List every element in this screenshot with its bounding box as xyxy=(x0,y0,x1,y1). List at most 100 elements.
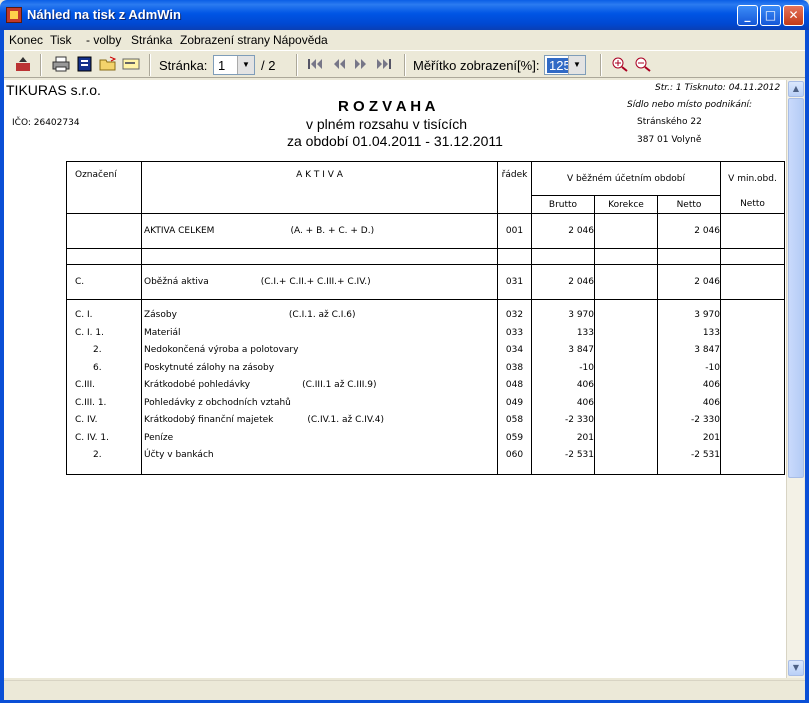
window-frame-right xyxy=(805,30,809,703)
list-item: 133 xyxy=(702,327,720,338)
row-name: Zásoby xyxy=(144,310,177,320)
page-print-info: Str.: 1 Tisknuto: 04.11.2012 xyxy=(655,83,781,93)
toolbar-separator xyxy=(296,54,298,76)
list-item: Krátkodobý finanční majetek (C.IV.1. až C… xyxy=(144,412,497,430)
list-item: 6. xyxy=(93,362,102,373)
menu-stranka[interactable]: Stránka xyxy=(131,33,172,47)
window-title: Náhled na tisk z AdmWin xyxy=(27,7,181,22)
report-subtitle: v plném rozsahu v tisících xyxy=(306,116,468,132)
header-aktiva: A K T I V A xyxy=(141,161,498,214)
list-item: C. I. 1. xyxy=(75,327,104,338)
list-item: Pohledávky z obchodních vztahů xyxy=(144,397,291,408)
list-item: 406 xyxy=(702,380,720,390)
list-item: -2 531 xyxy=(690,450,720,460)
list-item: 059 xyxy=(505,432,524,443)
menu-zobrazeni-strany[interactable]: Zobrazení strany xyxy=(180,33,270,47)
detail-codes: C. I. C. I. 1. 2. 6. C.III. C.III. 1. C.… xyxy=(66,299,142,475)
list-item: -2 330 xyxy=(690,415,720,425)
seat-label: Sídlo nebo místo podnikání: xyxy=(627,100,753,110)
list-item: 034 xyxy=(505,345,524,355)
list-item: 049 xyxy=(505,397,524,408)
toolbar-separator xyxy=(149,54,151,76)
page-select-value: 1 xyxy=(218,58,226,73)
menu-tisk[interactable]: Tisk xyxy=(50,33,72,47)
list-item: C.III. xyxy=(75,380,95,390)
c-name-cell: Oběžná aktiva (C.I.+ C.II.+ C.III.+ C.IV.… xyxy=(141,264,498,300)
menu-napoveda[interactable]: Nápověda xyxy=(273,33,328,47)
row-formula: (C.I.1. až C.I.6) xyxy=(288,310,356,320)
table-row-total: AKTIVA CELKEM (A. + B. + C. + D.) 001 2 0… xyxy=(66,213,785,249)
detail-prev xyxy=(720,299,785,475)
exit-icon[interactable] xyxy=(14,56,32,72)
row-formula: (C.IV.1. až C.IV.4) xyxy=(307,415,384,425)
report-period: za období 01.04.2011 - 31.12.2011 xyxy=(287,133,503,149)
total-formula: (A. + B. + C. + D.) xyxy=(290,226,375,236)
list-item: Účty v bankách xyxy=(144,450,214,460)
toolbar-separator xyxy=(404,54,406,76)
list-item: 3 847 xyxy=(694,345,720,355)
title-bar: Náhled na tisk z AdmWin _ □ ✕ xyxy=(0,0,809,30)
export-icon[interactable] xyxy=(122,56,140,72)
total-korekce xyxy=(594,213,658,249)
app-icon xyxy=(6,7,22,23)
header-korekce: Korekce xyxy=(594,195,658,214)
list-item: 2. xyxy=(93,345,102,355)
c-korekce xyxy=(594,264,658,300)
detail-rows: 032 033 034 038 048 049 058 059 060 xyxy=(497,299,532,475)
list-item: 406 xyxy=(576,397,594,408)
print-icon[interactable] xyxy=(52,56,70,72)
page-select[interactable]: 1 ▼ xyxy=(213,55,255,75)
list-item: 406 xyxy=(576,380,594,390)
table-row-c: C. Oběžná aktiva (C.I.+ C.II.+ C.III.+ C.… xyxy=(66,264,785,300)
list-item: 133 xyxy=(576,327,594,338)
c-code: C. xyxy=(66,264,142,300)
chevron-down-icon[interactable]: ▼ xyxy=(237,56,254,74)
list-item: 3 970 xyxy=(694,310,720,320)
list-item: 060 xyxy=(505,450,524,460)
detail-korekce xyxy=(594,299,658,475)
scroll-down-icon[interactable]: ▼ xyxy=(788,660,804,676)
list-item: C. I. xyxy=(75,310,93,320)
total-row: 001 xyxy=(497,213,532,249)
header-netto: Netto xyxy=(657,195,721,214)
list-item: Krátkodobé pohledávky (C.III.1 až C.III.9… xyxy=(144,377,497,395)
header-oznaceni: Označení xyxy=(66,161,142,214)
total-code xyxy=(66,213,142,249)
header-brutto: Brutto xyxy=(531,195,595,214)
zoom-in-icon[interactable] xyxy=(611,56,629,72)
vertical-scrollbar[interactable]: ▲ ▼ xyxy=(786,80,804,678)
list-item: 038 xyxy=(505,362,524,373)
scroll-thumb[interactable] xyxy=(788,98,804,478)
print-preview-page: TIKURAS s.r.o. IČO: 26402734 R O Z V A H… xyxy=(4,80,786,678)
list-item: 048 xyxy=(505,380,524,390)
header-current-period: V běžném účetním období xyxy=(531,161,721,196)
next-page-icon[interactable] xyxy=(352,56,370,72)
c-brutto: 2 046 xyxy=(531,264,595,300)
report-title: R O Z V A H A xyxy=(338,98,436,115)
first-page-icon[interactable] xyxy=(306,56,324,72)
scroll-up-icon[interactable]: ▲ xyxy=(788,81,804,97)
balance-table: Označení A K T I V A řádek V běžném účet… xyxy=(66,161,785,475)
zoom-out-icon[interactable] xyxy=(634,56,652,72)
open-icon[interactable] xyxy=(99,56,117,72)
zoom-select[interactable]: 125 ▼ xyxy=(544,55,586,75)
minimize-button[interactable]: _ xyxy=(737,5,758,26)
list-item: -2 330 xyxy=(564,415,594,425)
menu-volby[interactable]: - volby xyxy=(86,33,121,47)
setup-icon[interactable] xyxy=(76,56,94,72)
c-name: Oběžná aktiva xyxy=(144,277,209,287)
list-item: Peníze xyxy=(144,432,174,443)
chevron-down-icon[interactable]: ▼ xyxy=(568,56,585,74)
menu-konec[interactable]: Konec xyxy=(9,33,43,47)
c-prev xyxy=(720,264,785,300)
maximize-button[interactable]: □ xyxy=(760,5,781,26)
detail-names: Zásoby (C.I.1. až C.I.6) Materiál Nedokon… xyxy=(141,299,498,475)
list-item: C. IV. xyxy=(75,415,98,425)
company-ico: IČO: 26402734 xyxy=(12,118,80,128)
table-detail-block: C. I. C. I. 1. 2. 6. C.III. C.III. 1. C.… xyxy=(66,299,785,475)
last-page-icon[interactable] xyxy=(375,56,393,72)
prev-page-icon[interactable] xyxy=(330,56,348,72)
list-item: 201 xyxy=(576,432,594,443)
list-item: 2. xyxy=(93,450,102,460)
close-button[interactable]: ✕ xyxy=(783,5,804,26)
